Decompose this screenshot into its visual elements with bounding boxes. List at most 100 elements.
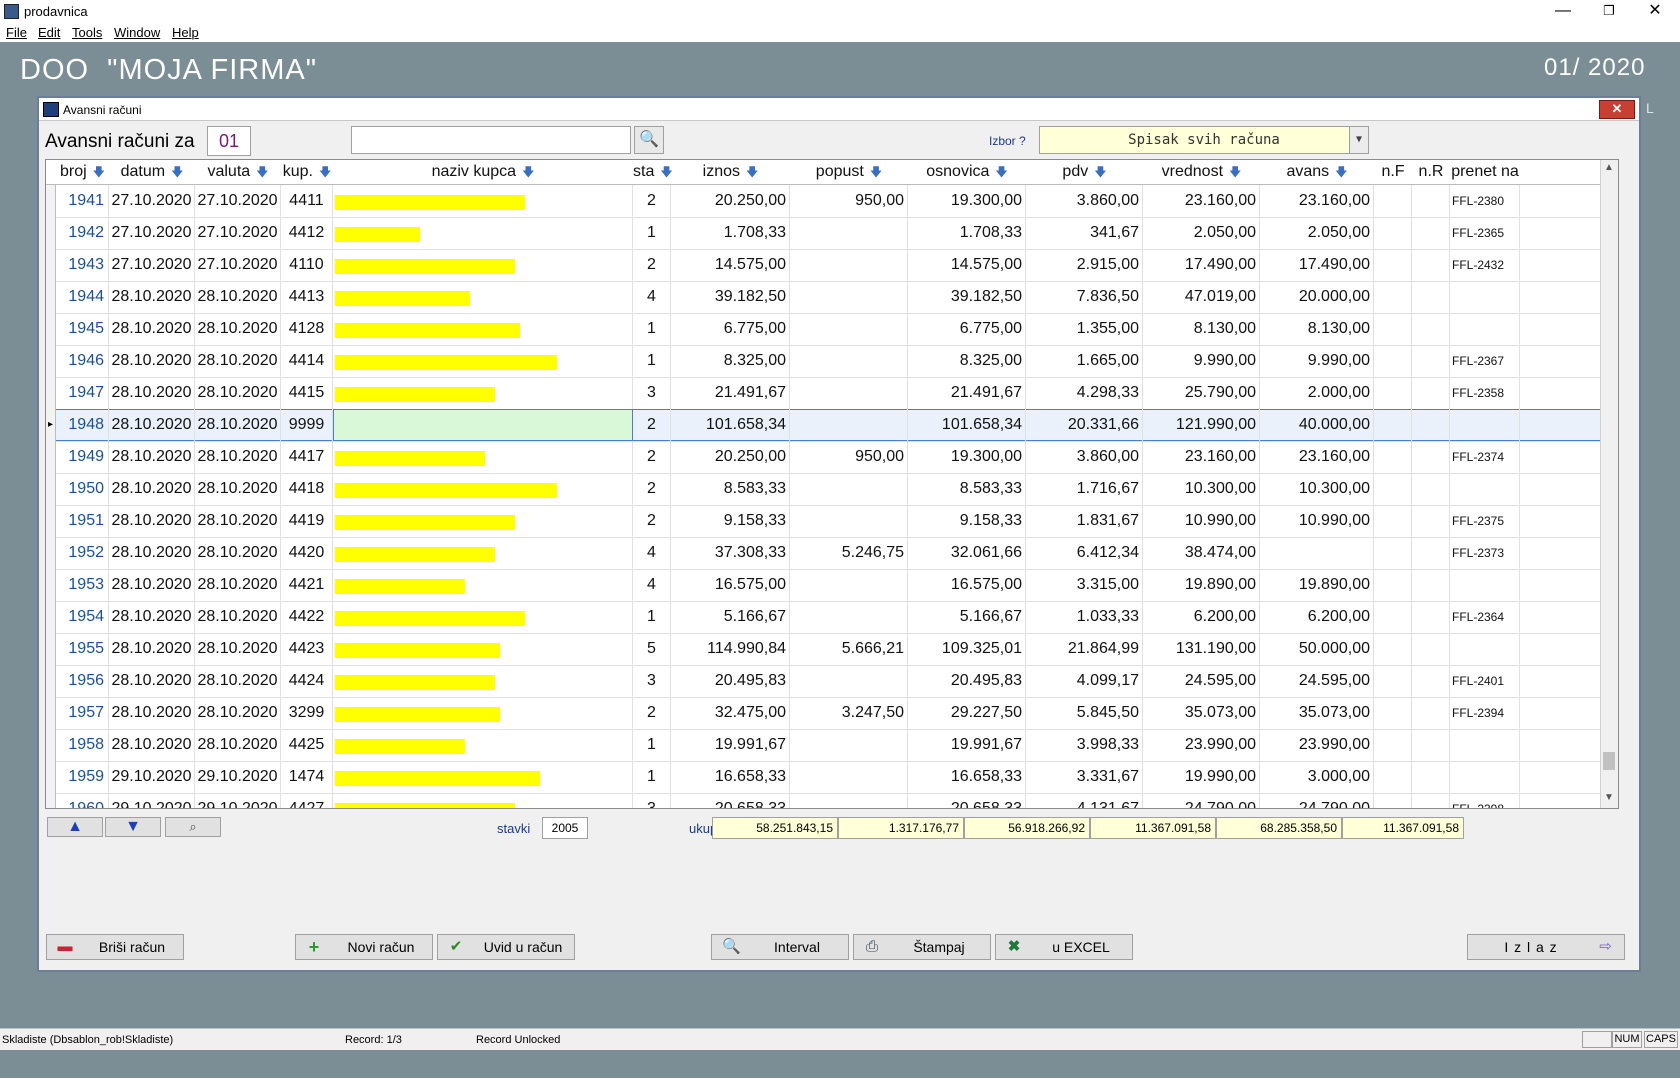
row-selector[interactable]	[46, 697, 56, 729]
column-header-osnovica[interactable]: osnovica 🡇	[908, 160, 1026, 184]
sort-arrow-icon[interactable]: 🡇	[256, 165, 268, 179]
sort-arrow-icon[interactable]: 🡇	[1335, 165, 1347, 179]
cell-kup: 4423	[281, 633, 333, 665]
row-selector[interactable]: ▸	[46, 409, 56, 441]
delete-invoice-button[interactable]: ▬ Briši račun	[46, 934, 184, 960]
column-header-datum[interactable]: datum 🡇	[109, 160, 195, 184]
row-selector[interactable]	[46, 665, 56, 697]
table-row[interactable]: 1945 28.10.2020 28.10.2020 4128 1 6.775,00 6.7…	[46, 313, 1618, 346]
menu-window[interactable]: Window	[114, 25, 160, 40]
vertical-scrollbar[interactable]: ▲ ▼	[1600, 160, 1618, 808]
row-selector[interactable]	[46, 345, 56, 377]
row-selector[interactable]	[46, 185, 56, 217]
row-selector[interactable]	[46, 313, 56, 345]
sort-arrow-icon[interactable]: 🡇	[171, 165, 183, 179]
column-header-broj[interactable]: broj 🡇	[56, 160, 109, 184]
sort-arrow-icon[interactable]: 🡇	[319, 165, 331, 179]
row-selector[interactable]	[46, 505, 56, 537]
column-header-pdv[interactable]: pdv 🡇	[1026, 160, 1143, 184]
table-row[interactable]: 1949 28.10.2020 28.10.2020 4417 2 20.250,00 95…	[46, 441, 1618, 474]
table-row[interactable]: 1953 28.10.2020 28.10.2020 4421 4 16.575,00 16…	[46, 569, 1618, 602]
table-row[interactable]: 1941 27.10.2020 27.10.2020 4411 2 20.250,00 95…	[46, 185, 1618, 218]
scroll-down-icon[interactable]: ▼	[1604, 792, 1614, 803]
izbor-select[interactable]: Spisak svih računa ▼	[1039, 126, 1369, 154]
find-button[interactable]: ⌕	[165, 817, 221, 837]
table-row[interactable]: 1954 28.10.2020 28.10.2020 4422 1 5.166,67 5.1…	[46, 601, 1618, 634]
row-selector[interactable]	[46, 729, 56, 761]
table-row[interactable]: 1947 28.10.2020 28.10.2020 4415 3 21.491,67 21…	[46, 377, 1618, 410]
cell-kup: 4420	[281, 537, 333, 569]
column-header-naziv[interactable]: naziv kupca 🡇	[333, 160, 633, 184]
column-header-iznos[interactable]: iznos 🡇	[671, 160, 790, 184]
row-selector[interactable]	[46, 761, 56, 793]
total-osnovica: 56.918.266,92	[964, 817, 1090, 839]
table-row[interactable]: 1955 28.10.2020 28.10.2020 4423 5 114.990,84 5…	[46, 633, 1618, 666]
sort-arrow-icon[interactable]: 🡇	[870, 165, 882, 179]
row-selector[interactable]	[46, 569, 56, 601]
window-close-icon[interactable]: ✕	[1599, 100, 1635, 119]
minimize-icon[interactable]: —	[1540, 0, 1586, 22]
table-row[interactable]: 1951 28.10.2020 28.10.2020 4419 2 9.158,33 9.1…	[46, 505, 1618, 538]
table-row[interactable]: 1956 28.10.2020 28.10.2020 4424 3 20.495,83 20…	[46, 665, 1618, 698]
table-row[interactable]: 1946 28.10.2020 28.10.2020 4414 1 8.325,00 8.3…	[46, 345, 1618, 378]
nav-up-button[interactable]: ▲	[47, 817, 103, 837]
row-selector[interactable]	[46, 633, 56, 665]
export-excel-button[interactable]: ✖ u EXCEL	[995, 934, 1133, 960]
row-selector[interactable]	[46, 281, 56, 313]
sort-arrow-icon[interactable]: 🡇	[995, 165, 1007, 179]
table-row[interactable]: 1950 28.10.2020 28.10.2020 4418 2 8.583,33 8.5…	[46, 473, 1618, 506]
column-header-prenet[interactable]: prenet na	[1450, 160, 1520, 184]
code-field[interactable]: 01	[207, 126, 251, 156]
column-header-nr[interactable]: n.R	[1412, 160, 1450, 184]
row-selector[interactable]	[46, 473, 56, 505]
row-selector[interactable]	[46, 377, 56, 409]
cell-avans: 2.050,00	[1260, 217, 1374, 249]
sort-arrow-icon[interactable]: 🡇	[93, 165, 105, 179]
close-icon[interactable]: ✕	[1632, 0, 1678, 22]
row-selector[interactable]	[46, 793, 56, 808]
interval-button[interactable]: 🔍 Interval	[711, 934, 849, 960]
sort-arrow-icon[interactable]: 🡇	[746, 165, 758, 179]
restore-icon[interactable]: ❐	[1586, 0, 1632, 22]
column-header-valuta[interactable]: valuta 🡇	[195, 160, 281, 184]
table-row[interactable]: 1943 27.10.2020 27.10.2020 4110 2 14.575,00 14…	[46, 249, 1618, 282]
exit-button[interactable]: I z l a z ⇨	[1467, 934, 1625, 960]
row-selector[interactable]	[46, 601, 56, 633]
scroll-up-icon[interactable]: ▲	[1604, 162, 1614, 173]
table-row[interactable]: 1960 29.10.2020 29.10.2020 4427 3 20.658,33 20…	[46, 793, 1618, 808]
column-header-kup[interactable]: kup. 🡇	[281, 160, 333, 184]
scroll-thumb[interactable]	[1603, 752, 1615, 770]
sort-arrow-icon[interactable]: 🡇	[1229, 165, 1241, 179]
sort-arrow-icon[interactable]: 🡇	[1094, 165, 1106, 179]
row-selector[interactable]	[46, 249, 56, 281]
chevron-down-icon[interactable]: ▼	[1349, 127, 1368, 153]
menu-edit[interactable]: Edit	[38, 25, 60, 40]
table-row[interactable]: 1952 28.10.2020 28.10.2020 4420 4 37.308,33 5.…	[46, 537, 1618, 570]
table-row[interactable]: 1958 28.10.2020 28.10.2020 4425 1 19.991,67 19…	[46, 729, 1618, 762]
row-selector[interactable]	[46, 217, 56, 249]
column-header-avans[interactable]: avans 🡇	[1260, 160, 1374, 184]
menu-file[interactable]: File	[6, 25, 27, 40]
cell-naziv-kupca	[333, 665, 633, 697]
table-row[interactable]: 1944 28.10.2020 28.10.2020 4413 4 39.182,50 39…	[46, 281, 1618, 314]
table-row[interactable]: 1942 27.10.2020 27.10.2020 4412 1 1.708,33 1.7…	[46, 217, 1618, 250]
view-invoice-button[interactable]: ✔ Uvid u račun	[437, 934, 575, 960]
new-invoice-button[interactable]: + Novi račun	[295, 934, 433, 960]
menu-tools[interactable]: Tools	[72, 25, 102, 40]
sort-arrow-icon[interactable]: 🡇	[522, 165, 534, 179]
search-icon[interactable]: 🔍	[634, 126, 664, 154]
print-button[interactable]: ⎙ Štampaj	[853, 934, 991, 960]
table-row[interactable]: 1959 29.10.2020 29.10.2020 1474 1 16.658,33 16…	[46, 761, 1618, 794]
row-selector[interactable]	[46, 441, 56, 473]
cell-avans: 20.000,00	[1260, 281, 1374, 313]
column-header-popust[interactable]: popust 🡇	[790, 160, 908, 184]
table-row[interactable]: ▸ 1948 28.10.2020 28.10.2020 9999 2 101.658,34…	[46, 409, 1618, 442]
column-header-vrednost[interactable]: vrednost 🡇	[1143, 160, 1260, 184]
menu-help[interactable]: Help	[172, 25, 199, 40]
row-selector[interactable]	[46, 537, 56, 569]
nav-down-button[interactable]: ▼	[105, 817, 161, 837]
column-header-nf[interactable]: n.F	[1374, 160, 1412, 184]
table-row[interactable]: 1957 28.10.2020 28.10.2020 3299 2 32.475,00 3.…	[46, 697, 1618, 730]
search-input[interactable]	[351, 126, 631, 154]
column-header-sta[interactable]: sta 🡇	[633, 160, 673, 184]
